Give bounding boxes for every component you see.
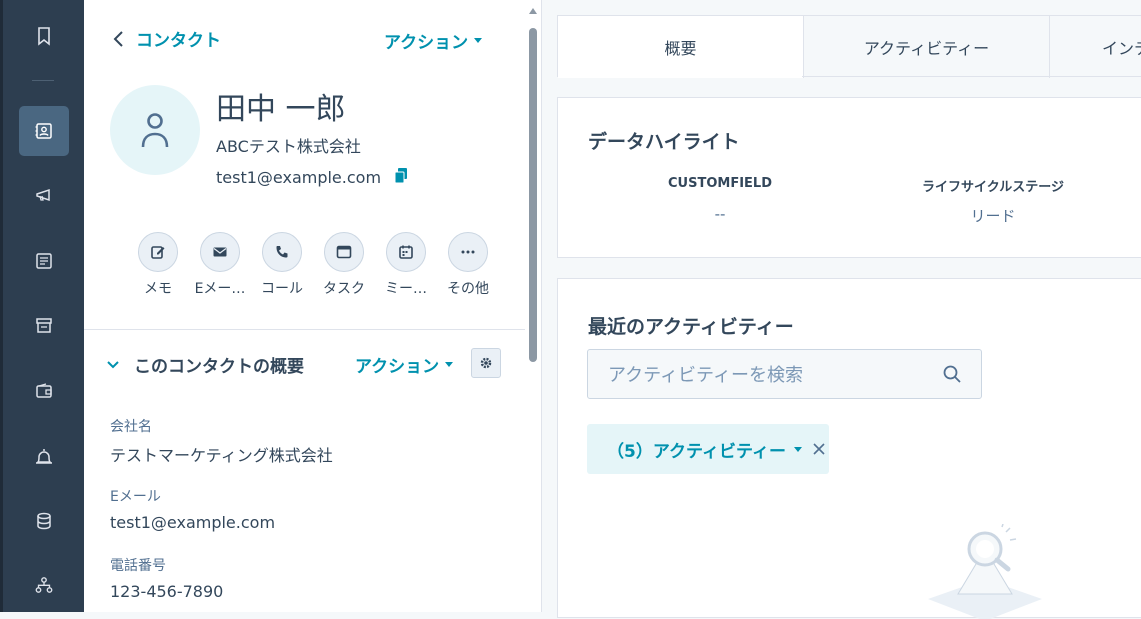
content-button[interactable] [19, 236, 69, 286]
calendar-icon [399, 245, 413, 259]
note-icon [151, 246, 165, 259]
property-value-phone[interactable]: 123-456-7890 [110, 582, 223, 601]
back-link-label: コンタクト [136, 31, 221, 51]
highlight-value: -- [714, 205, 726, 223]
copy-icon[interactable] [394, 168, 408, 184]
close-icon[interactable] [812, 442, 826, 456]
org-chart-icon [35, 577, 53, 593]
activity-filter-chip[interactable]: （5）アクティビティー [587, 424, 829, 474]
quick-actions: メモ Eメー… コール タスク ミー… その他 [127, 232, 499, 298]
caret-down-icon [445, 362, 454, 367]
highlight-label: ライフサイクルステージ [921, 180, 1065, 195]
highlight-value[interactable]: リード [903, 205, 1083, 226]
left-nav-rail [0, 0, 84, 612]
quick-action-call[interactable]: コール [251, 232, 313, 298]
megaphone-icon [36, 188, 50, 202]
wallet-icon [36, 383, 52, 398]
contact-company: ABCテスト株式会社 [216, 137, 361, 156]
property-label-phone: 電話番号 [110, 558, 166, 574]
panel-scrollbar[interactable] [529, 28, 537, 362]
bookmark-icon [38, 27, 50, 46]
overview-section-toggle[interactable]: このコンタクトの概要 [106, 352, 304, 377]
property-label-company: 会社名 [110, 419, 152, 435]
quick-action-label: タスク [323, 281, 365, 297]
overview-title: このコンタクトの概要 [134, 357, 304, 377]
actions-label: アクション [355, 357, 440, 377]
contacts-button[interactable] [19, 106, 69, 156]
phone-icon [276, 246, 288, 258]
rail-edge [0, 0, 3, 612]
database-icon [37, 512, 51, 530]
service-button[interactable] [19, 432, 69, 482]
automation-button[interactable] [19, 560, 69, 610]
document-icon [36, 253, 52, 269]
person-icon [141, 113, 169, 148]
search-illustration-icon [928, 524, 1042, 619]
payments-button[interactable] [19, 366, 69, 416]
contact-actions-menu[interactable]: アクション [384, 28, 483, 53]
quick-action-label: Eメー… [194, 281, 246, 297]
contacts-icon [35, 123, 52, 139]
activity-search [587, 349, 982, 400]
data-highlights-card: データハイライト CUSTOMFIELD -- ライフサイクルステージ リード [557, 97, 1141, 258]
quick-action-email[interactable]: Eメー… [189, 232, 251, 298]
overview-actions-menu[interactable]: アクション [355, 352, 454, 377]
panel-divider [84, 329, 525, 330]
overview-settings-button[interactable] [471, 348, 501, 378]
recent-activities-title: 最近のアクティビティー [588, 316, 794, 338]
chevron-left-icon [113, 30, 123, 47]
data-button[interactable] [19, 496, 69, 546]
property-label-email: Eメール [110, 489, 161, 505]
highlight-label: CUSTOMFIELD [668, 176, 772, 191]
rail-divider [32, 80, 54, 81]
task-icon [336, 245, 352, 259]
activity-search-input[interactable] [588, 350, 950, 400]
avatar [110, 85, 200, 175]
email-icon [213, 247, 227, 257]
quick-action-label: その他 [447, 281, 489, 297]
highlights-title: データハイライト [588, 131, 740, 153]
activity-filter-label: （5）アクティビティー [607, 441, 786, 462]
back-to-contacts-link[interactable]: コンタクト [112, 26, 221, 51]
tab-overview[interactable]: 概要 [558, 16, 803, 78]
tabs-underline [802, 76, 1141, 77]
caret-down-icon [474, 38, 483, 43]
bookmark-button[interactable] [19, 11, 69, 61]
chevron-down-icon [107, 360, 119, 368]
search-icon[interactable] [942, 364, 962, 384]
property-value-company[interactable]: テストマーケティング株式会社 [110, 442, 333, 466]
commerce-button[interactable] [19, 300, 69, 350]
contact-panel: コンタクト アクション 田中 一郎 ABCテスト株式会社 test1@examp… [84, 0, 542, 612]
more-icon [461, 250, 475, 254]
record-tabs: 概要 アクティビティー インテ [557, 15, 1141, 78]
quick-action-label: ミー… [385, 281, 427, 297]
gear-icon [480, 357, 492, 369]
tab-intelligence[interactable]: インテ [1050, 16, 1141, 78]
property-value-email[interactable]: test1@example.com [110, 513, 275, 532]
caret-down-icon [793, 446, 802, 452]
quick-action-label: メモ [144, 281, 172, 297]
quick-action-note[interactable]: メモ [127, 232, 189, 298]
tab-label: インテ [1102, 39, 1141, 58]
scroll-up-arrow[interactable] [529, 8, 537, 14]
contact-email: test1@example.com [216, 168, 382, 187]
contact-name: 田中 一郎 [216, 92, 346, 127]
actions-label: アクション [384, 33, 469, 53]
quick-action-meeting[interactable]: ミー… [375, 232, 437, 298]
store-icon [36, 318, 52, 333]
quick-action-task[interactable]: タスク [313, 232, 375, 298]
tab-label: アクティビティー [863, 39, 990, 58]
tab-label: 概要 [664, 39, 697, 58]
tab-activities[interactable]: アクティビティー [804, 16, 1049, 78]
quick-action-more[interactable]: その他 [437, 232, 499, 298]
bell-icon [36, 449, 52, 464]
marketing-button[interactable] [19, 170, 69, 220]
quick-action-label: コール [261, 281, 303, 297]
